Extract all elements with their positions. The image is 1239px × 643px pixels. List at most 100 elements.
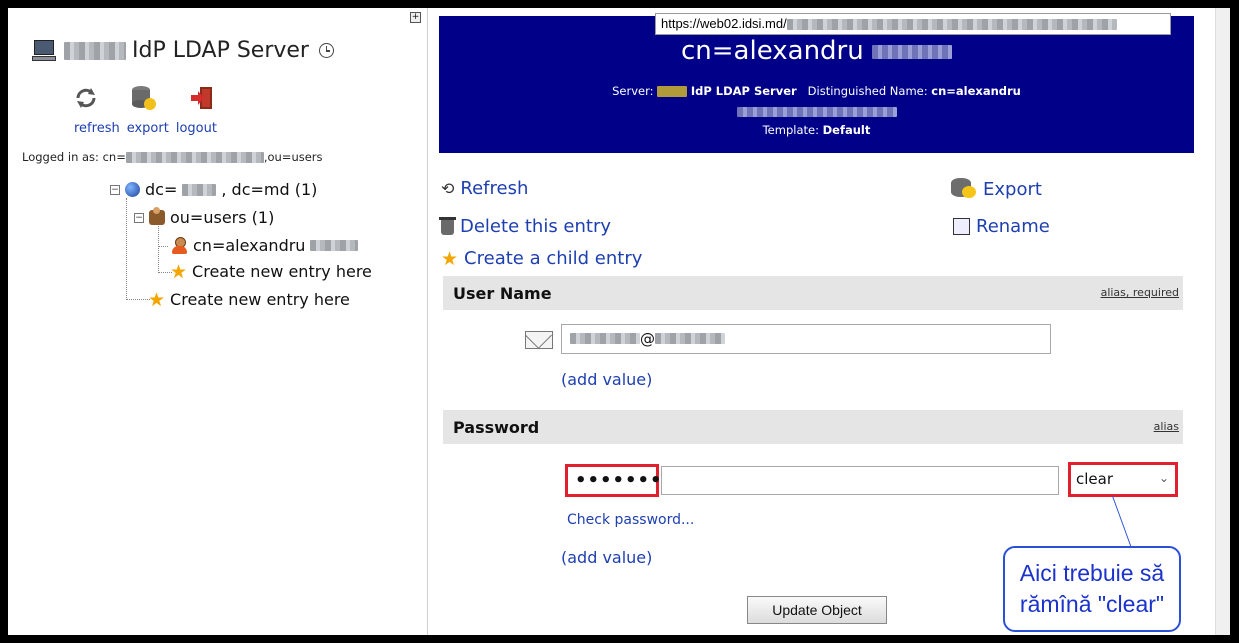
redacted-surname: [310, 240, 359, 251]
server-title: IdP LDAP Server: [132, 38, 309, 63]
logged-in-suffix: ,ou=users: [263, 150, 323, 164]
collapse-toggle[interactable]: −: [110, 184, 120, 195]
password-section-bar: Password alias: [443, 410, 1183, 444]
server-name: IdP LDAP Server: [690, 84, 797, 98]
delete-action-label: Delete this entry: [460, 216, 612, 237]
username-section-tags[interactable]: alias, required: [1101, 286, 1179, 299]
group-icon: [149, 207, 165, 225]
tree-ou-node[interactable]: − ou=users (1): [134, 207, 275, 227]
entry-title-text: cn=alexandru: [681, 36, 864, 66]
server-header: IdP LDAP Server: [32, 38, 334, 63]
redacted-surname: [872, 44, 952, 59]
tree-connector: [126, 299, 150, 300]
mail-icon: [525, 331, 553, 349]
dn-label: Distinguished Name:: [807, 84, 928, 98]
user-label: cn=alexandru: [193, 236, 306, 255]
dn-value: cn=alexandru: [931, 84, 1021, 98]
export-icon[interactable]: [130, 84, 158, 112]
tree-toolbar: [72, 84, 216, 112]
entry-header: cn=alexandru Server: IdP LDAP Server Dis…: [439, 16, 1194, 153]
server-label: Server:: [612, 84, 654, 98]
logged-in-status: Logged in as: cn= ,ou=users: [22, 150, 323, 164]
export-action-label: Export: [983, 178, 1042, 200]
redacted-url: [786, 19, 1117, 31]
redacted-email-domain: [655, 333, 725, 344]
tree-connector: [158, 226, 159, 273]
redacted-server-prefix: [64, 41, 126, 60]
update-object-button[interactable]: Update Object: [747, 596, 887, 624]
star-icon: ★: [441, 247, 459, 270]
check-password-link[interactable]: Check password...: [567, 512, 694, 528]
password-section-title: Password: [453, 418, 540, 437]
rename-action-label: Rename: [976, 216, 1050, 237]
entry-server-line: Server: IdP LDAP Server Distinguished Na…: [439, 84, 1194, 98]
refresh-action[interactable]: ⟲ Refresh: [441, 178, 528, 199]
username-add-value[interactable]: (add value): [561, 370, 652, 389]
password-add-value[interactable]: (add value): [561, 548, 652, 567]
create-child-action[interactable]: ★ Create a child entry: [441, 248, 642, 269]
url-tooltip: https://web02.idsi.md/: [655, 13, 1171, 35]
callout-line-2: rămînă "clear": [1019, 591, 1165, 617]
vertical-scrollbar[interactable]: [1215, 8, 1230, 635]
refresh-action-label: Refresh: [460, 178, 529, 199]
entry-title: cn=alexandru: [439, 36, 1194, 66]
star-icon: ★: [148, 288, 166, 311]
password-section-tags[interactable]: alias: [1154, 420, 1179, 433]
username-input[interactable]: @: [561, 324, 1051, 354]
refresh-icon[interactable]: [72, 84, 100, 112]
root-dn-suffix: , dc=md (1): [221, 180, 318, 199]
clock-icon[interactable]: [318, 43, 334, 58]
create-root-label: Create new entry here: [170, 290, 350, 309]
logout-icon[interactable]: [188, 84, 216, 112]
collapse-toggle[interactable]: −: [134, 212, 144, 223]
tooltip-url: https://web02.idsi.md/: [661, 16, 787, 31]
template-label: Template:: [762, 123, 819, 137]
password-value: •••••••: [575, 470, 663, 491]
tree-create-child[interactable]: ★ Create new entry here: [170, 262, 372, 281]
password-value-highlight[interactable]: •••••••: [565, 464, 662, 497]
create-child-action-label: Create a child entry: [464, 248, 643, 269]
redacted-email-user: [570, 333, 640, 344]
username-section-bar: User Name alias, required: [443, 276, 1183, 310]
refresh-icon: ⟲: [441, 179, 455, 198]
template-line: Template: Default: [439, 123, 1194, 137]
export-action[interactable]: Export: [951, 178, 1042, 200]
rename-action[interactable]: Rename: [953, 216, 1050, 237]
chevron-down-icon: ⌄: [1158, 471, 1169, 485]
expand-panel-toggle[interactable]: +: [410, 12, 421, 23]
export-icon: [951, 178, 977, 200]
password-hash-select[interactable]: clear ⌄: [1068, 462, 1178, 497]
delete-action[interactable]: Delete this entry: [439, 216, 612, 237]
user-icon: [170, 236, 188, 255]
redacted-dc: [182, 183, 217, 196]
tree-toolbar-labels: refresh export logout: [74, 121, 217, 136]
redacted-server-prefix: [657, 86, 688, 97]
export-link[interactable]: export: [127, 121, 169, 136]
tree-panel: + IdP LDAP Server refresh export logout …: [8, 8, 428, 635]
redacted-user: [125, 152, 264, 163]
redacted-dn: [736, 107, 897, 117]
tree-connector: [158, 246, 168, 247]
computer-icon: [32, 39, 58, 62]
refresh-link[interactable]: refresh: [74, 121, 120, 136]
root-dn-prefix: dc=: [145, 180, 178, 199]
username-visible-text: @: [640, 330, 655, 348]
username-section-title: User Name: [453, 284, 552, 303]
rename-icon: [953, 218, 970, 235]
dn-redacted-line: [439, 102, 1194, 121]
tree-root-node[interactable]: − dc= , dc=md (1): [110, 180, 317, 199]
tree-create-root[interactable]: ★ Create new entry here: [148, 290, 350, 309]
star-icon: ★: [170, 260, 188, 283]
logout-link[interactable]: logout: [176, 121, 217, 136]
trash-icon: [439, 216, 456, 235]
callout-line-1: Aici trebuie să: [1019, 560, 1165, 586]
app-frame: + IdP LDAP Server refresh export logout …: [8, 8, 1230, 635]
hash-select-value: clear: [1076, 470, 1114, 488]
tree-user-node[interactable]: cn=alexandru: [170, 236, 359, 255]
password-input[interactable]: [661, 466, 1059, 495]
globe-icon: [125, 182, 140, 197]
logged-in-prefix: Logged in as: cn=: [22, 150, 126, 164]
create-child-label: Create new entry here: [192, 262, 372, 281]
annotation-callout: Aici trebuie să rămînă "clear": [1003, 546, 1181, 632]
ou-label: ou=users (1): [170, 208, 275, 227]
